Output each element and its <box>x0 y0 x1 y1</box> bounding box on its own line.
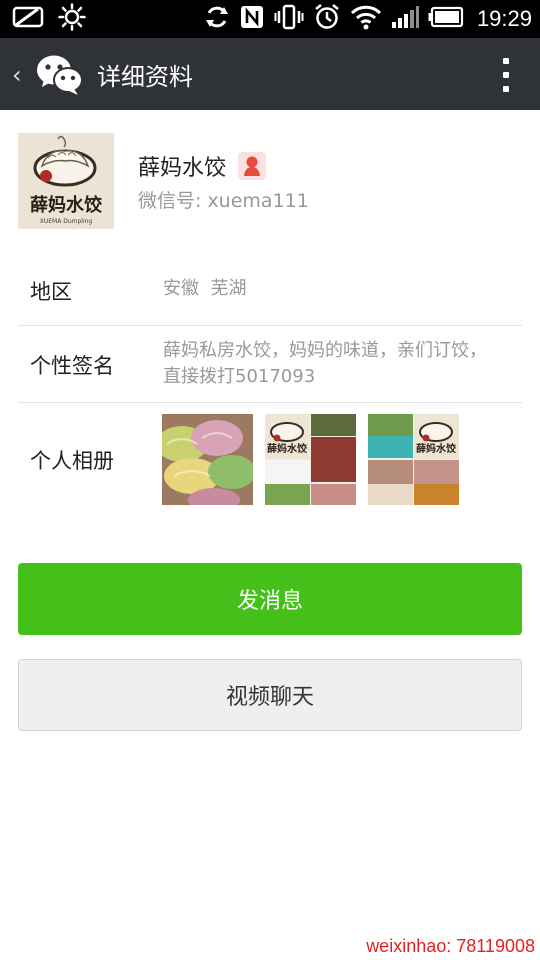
page-title: 详细资料 <box>97 63 193 91</box>
album-thumbnails[interactable]: 薛妈水饺 薛妈水饺 <box>162 414 459 505</box>
album-photo[interactable]: 薛妈水饺 <box>368 414 459 505</box>
wechat-logo-icon[interactable] <box>36 52 84 96</box>
wechat-id: 微信号: xuema111 <box>138 190 309 212</box>
status-bar: 19:29 <box>0 0 540 38</box>
info-list: 地区 安徽 芜湖 个性签名 薛妈私房水饺，妈妈的味道，亲们订饺，直接拨打5017… <box>0 252 540 515</box>
display-name: 薛妈水饺 <box>138 156 227 181</box>
album-photo[interactable] <box>162 414 253 505</box>
signature-value: 薛妈私房水饺，妈妈的味道，亲们订饺，直接拨打5017093 <box>163 340 487 387</box>
status-time: 19:29 <box>476 6 532 31</box>
status-bar-right: 19:29 <box>204 4 532 34</box>
vibrate-icon <box>274 4 304 34</box>
battery-icon <box>428 6 464 32</box>
sync-icon <box>204 4 230 34</box>
avatar-logo-subtext: XUEMA Dumpling <box>40 218 93 225</box>
action-bar: ‹ 详细资料 <box>0 38 540 110</box>
send-message-button[interactable]: 发消息 <box>18 563 522 635</box>
female-icon <box>238 152 267 180</box>
region-value: 安徽 芜湖 <box>163 278 247 299</box>
wifi-icon <box>350 4 382 34</box>
signature-label: 个性签名 <box>30 354 114 378</box>
name-row: 薛妈水饺 <box>138 150 267 182</box>
signal-icon <box>391 5 419 33</box>
brightness-icon <box>58 3 86 35</box>
overflow-menu-icon[interactable] <box>502 58 510 92</box>
thumb-logo-text: 薛妈水饺 <box>267 442 308 455</box>
thumb-logo-text: 薛妈水饺 <box>416 442 457 455</box>
region-label: 地区 <box>30 280 72 304</box>
back-button[interactable]: ‹ <box>12 61 22 89</box>
profile-header: 薛妈水饺 XUEMA Dumpling 薛妈水饺 微信号: xuema111 <box>0 110 540 250</box>
region-row: 地区 安徽 芜湖 <box>18 252 522 326</box>
nfc-icon <box>239 4 265 34</box>
avatar[interactable]: 薛妈水饺 XUEMA Dumpling <box>18 133 114 229</box>
album-label: 个人相册 <box>30 449 114 473</box>
album-row[interactable]: 个人相册 薛妈水饺 薛妈水饺 <box>18 403 522 515</box>
status-bar-left <box>12 3 86 35</box>
signature-row: 个性签名 薛妈私房水饺，妈妈的味道，亲们订饺，直接拨打5017093 <box>18 326 522 403</box>
album-photo[interactable]: 薛妈水饺 <box>265 414 356 505</box>
avatar-logo-text: 薛妈水饺 <box>30 194 103 216</box>
watermark-text: weixinhao: 78119008 <box>366 936 535 956</box>
screen-off-icon <box>12 5 44 33</box>
video-chat-button[interactable]: 视频聊天 <box>18 659 522 731</box>
alarm-icon <box>313 3 341 35</box>
